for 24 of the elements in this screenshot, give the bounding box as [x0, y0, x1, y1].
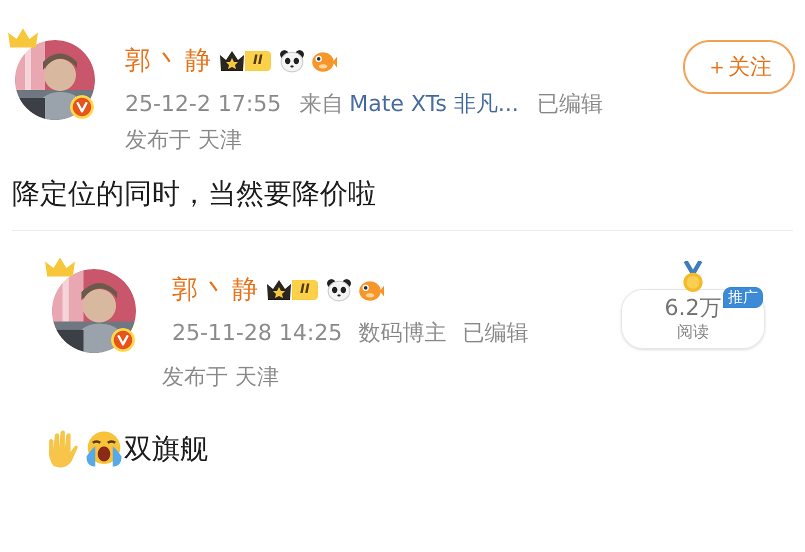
promotion-tag: 推广: [723, 287, 763, 308]
level-badge: II: [266, 277, 318, 303]
device-link[interactable]: Mate XTs 非凡...: [349, 94, 519, 116]
author-name[interactable]: 郭丶静: [172, 277, 262, 303]
verified-icon: [69, 94, 95, 120]
post-location: 发布于 天津: [162, 367, 280, 389]
edited-label: 已编辑: [536, 94, 603, 116]
post-time: 25-11-28 14:25: [172, 323, 342, 345]
verified-icon: [110, 327, 136, 353]
author-name[interactable]: 郭丶静: [125, 48, 215, 74]
quoted-post-text: 双旗舰: [124, 435, 208, 463]
post-location: 发布于 天津: [125, 130, 243, 152]
panda-icon: [278, 48, 305, 74]
follow-button[interactable]: ＋关注: [683, 40, 795, 94]
source-label: 来自: [299, 94, 344, 116]
author-role: 数码博主: [358, 323, 446, 345]
crying-face-icon: [84, 429, 124, 469]
post-text: 降定位的同时，当然要降价啦: [12, 180, 377, 208]
level-badge: II: [219, 48, 271, 74]
post-time: 25-12-2 17:55: [125, 94, 282, 116]
edited-label: 已编辑: [462, 323, 528, 345]
read-label: 阅读: [677, 324, 709, 340]
read-count: 6.2万: [664, 298, 722, 320]
panda-icon: [326, 277, 352, 303]
